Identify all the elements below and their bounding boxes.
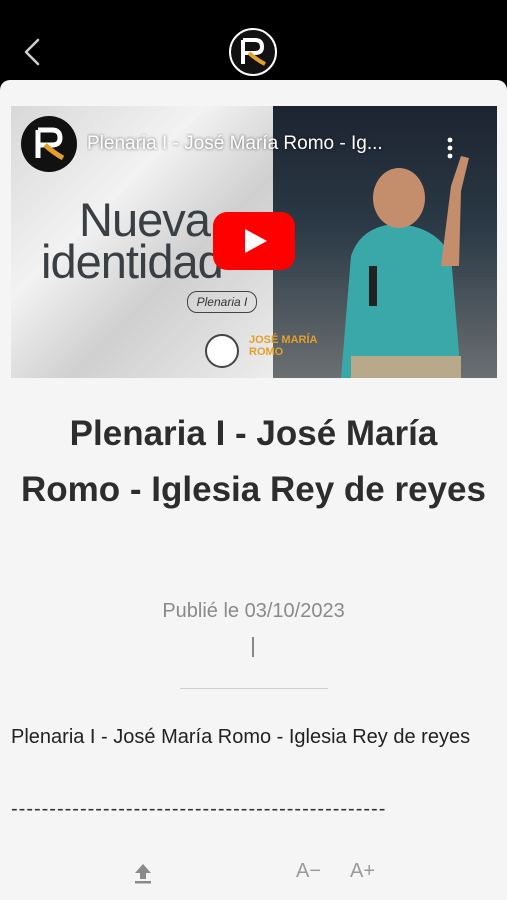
share-button[interactable] xyxy=(130,858,156,886)
font-decrease-button[interactable]: A− xyxy=(296,860,321,883)
font-increase-button[interactable]: A+ xyxy=(350,860,375,883)
video-player[interactable]: Nueva identidad Plenaria I JOSÉ MARÍA RO… xyxy=(11,106,497,378)
chevron-left-icon xyxy=(24,38,40,66)
church-logo-icon xyxy=(229,28,277,76)
publish-date: Publié le 03/10/2023 xyxy=(162,600,345,622)
video-title[interactable]: Plenaria I - José María Romo - Ig... xyxy=(87,133,427,155)
thumbnail-badge: Plenaria I xyxy=(187,291,257,313)
text-cursor xyxy=(252,637,254,657)
article-title: Plenaria I - José María Romo - Iglesia R… xyxy=(21,414,486,509)
thumbnail-logo-icon xyxy=(205,334,239,368)
article-separator: ----------------------------------------… xyxy=(11,798,387,820)
divider xyxy=(180,688,328,689)
article-body: Plenaria I - José María Romo - Iglesia R… xyxy=(11,726,471,748)
speaker-image xyxy=(341,156,469,378)
more-vertical-icon[interactable] xyxy=(443,136,457,160)
channel-avatar[interactable] xyxy=(21,116,77,172)
youtube-play-icon[interactable] xyxy=(213,212,295,270)
thumbnail-headline-2: identidad xyxy=(41,235,224,288)
back-button[interactable] xyxy=(18,32,48,72)
thumbnail-speaker: JOSÉ MARÍA ROMO xyxy=(249,334,318,358)
top-bar xyxy=(0,0,507,80)
bottom-toolbar xyxy=(0,850,507,900)
share-upload-icon xyxy=(135,864,151,884)
content-sheet: Nueva identidad Plenaria I JOSÉ MARÍA RO… xyxy=(0,80,507,900)
